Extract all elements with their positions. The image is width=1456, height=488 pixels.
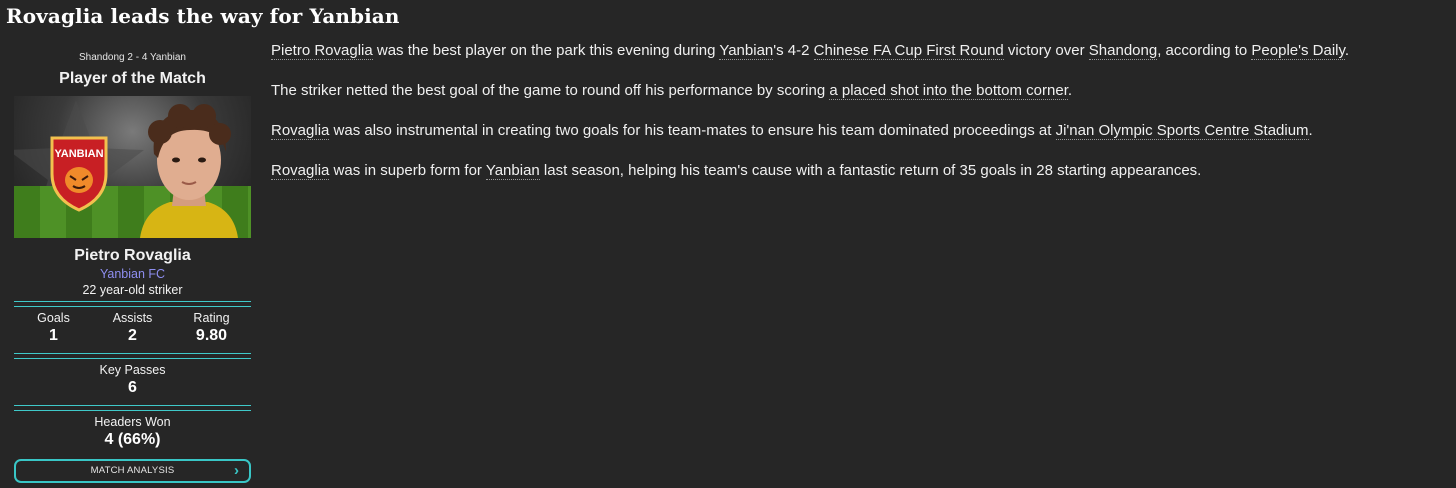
crest-text: YANBIAN <box>54 148 103 160</box>
player-link[interactable]: Rovaglia <box>271 122 330 140</box>
text: . <box>1067 82 1073 99</box>
player-of-the-match-card: Shandong 2 - 4 Yanbian Player of the Mat… <box>14 50 251 483</box>
stat-value: 6 <box>128 379 137 396</box>
article-paragraph: Rovaglia was also instrumental in creati… <box>271 121 1451 141</box>
article-body: Pietro Rovaglia was the best player on t… <box>271 41 1451 201</box>
text: victory over <box>1003 42 1089 59</box>
stat-rating: Rating 9.80 <box>172 311 251 345</box>
article-paragraph: Pietro Rovaglia was the best player on t… <box>271 41 1451 61</box>
text: The striker netted the best goal of the … <box>271 82 830 99</box>
text: was the best player on the park this eve… <box>372 42 720 59</box>
team-link[interactable]: Yanbian <box>485 162 540 180</box>
player-age-position: 22 year-old striker <box>82 283 183 297</box>
text: last season, helping his team's cause wi… <box>539 162 1202 179</box>
stat-label: Rating <box>193 311 230 325</box>
player-club-link[interactable]: Yanbian FC <box>14 267 251 281</box>
match-score-line[interactable]: Shandong 2 - 4 Yanbian <box>14 52 251 64</box>
player-name[interactable]: Pietro Rovaglia <box>14 247 251 265</box>
competition-link[interactable]: Chinese FA Cup First Round <box>813 42 1004 60</box>
player-photo: YANBIAN <box>14 96 251 238</box>
card-title: Player of the Match <box>59 70 206 87</box>
chevron-right-icon: › <box>234 462 239 479</box>
stat-key-passes: Key Passes 6 <box>14 359 251 401</box>
media-link[interactable]: People's Daily <box>1251 42 1345 60</box>
stat-assists: Assists 2 <box>93 311 172 345</box>
yanbian-crest-icon: YANBIAN <box>50 136 108 212</box>
text: . <box>1344 42 1350 59</box>
stat-value: 2 <box>128 327 137 344</box>
player-link[interactable]: Pietro Rovaglia <box>271 42 373 60</box>
player-link[interactable]: Rovaglia <box>271 162 330 180</box>
stat-label: Key Passes <box>99 363 166 377</box>
stat-label: Goals <box>37 311 70 325</box>
text: was also instrumental in creating two go… <box>329 122 1056 139</box>
text: , according to <box>1157 42 1252 59</box>
stadium-link[interactable]: Ji'nan Olympic Sports Centre Stadium <box>1055 122 1309 140</box>
stats-row: Goals 1 Assists 2 Rating 9.80 <box>14 307 251 349</box>
team-link[interactable]: Shandong <box>1088 42 1158 60</box>
match-analysis-label: MATCH ANALYSIS <box>90 465 175 476</box>
stat-value: 4 (66%) <box>104 431 161 448</box>
article-paragraph: Rovaglia was in superb form for Yanbian … <box>271 161 1451 181</box>
stat-headers-won: Headers Won 4 (66%) <box>14 411 251 453</box>
page-title: Rovaglia leads the way for Yanbian <box>6 4 400 28</box>
stat-value: 1 <box>49 327 58 344</box>
team-link[interactable]: Yanbian <box>719 42 774 60</box>
goal-link[interactable]: a placed shot into the bottom corner <box>829 82 1068 100</box>
stat-value: 9.80 <box>195 327 228 344</box>
stat-label: Assists <box>112 311 153 325</box>
player-portrait-icon <box>140 104 238 238</box>
match-analysis-button[interactable]: MATCH ANALYSIS › <box>14 459 251 483</box>
text: . <box>1308 122 1313 139</box>
stat-goals: Goals 1 <box>14 311 93 345</box>
text: was in superb form for <box>329 162 486 179</box>
article-paragraph: The striker netted the best goal of the … <box>271 81 1451 101</box>
text: 's 4-2 <box>773 42 814 59</box>
stat-label: Headers Won <box>94 415 171 429</box>
